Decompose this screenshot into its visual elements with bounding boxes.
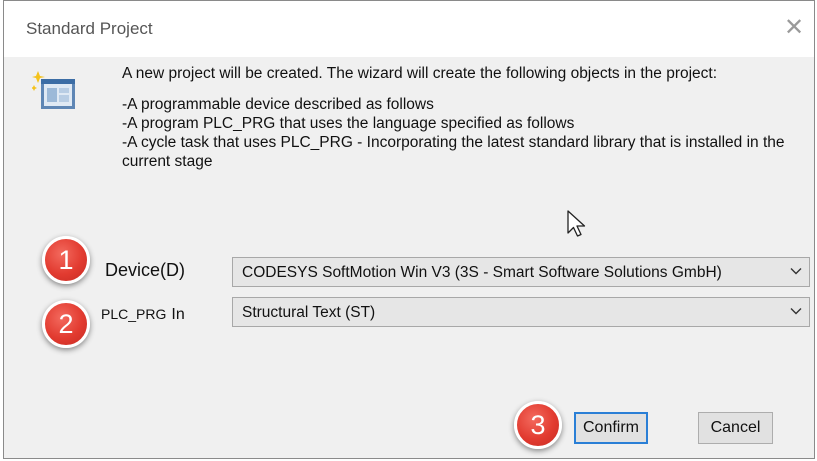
project-wizard-icon	[31, 71, 78, 118]
plc-prg-label-name: PLC_PRG	[101, 306, 167, 322]
close-button[interactable]: ✕	[780, 14, 808, 42]
confirm-button[interactable]: Confirm	[574, 412, 648, 444]
description-intro: A new project will be created. The wizar…	[122, 65, 718, 82]
annotation-badge-2: 2	[42, 300, 90, 348]
device-select[interactable]: CODESYS SoftMotion Win V3 (3S - Smart So…	[232, 257, 810, 287]
chevron-down-icon	[789, 304, 803, 323]
plc-prg-label: PLC_PRG In	[101, 303, 185, 324]
annotation-badge-1: 1	[42, 236, 90, 284]
wizard-description: A new project will be created. The wizar…	[122, 64, 796, 171]
plc-prg-label-in: In	[171, 306, 185, 323]
annotation-badge-3: 3	[514, 401, 562, 449]
description-line: -A program PLC_PRG that uses the languag…	[122, 115, 575, 132]
window-title: Standard Project	[26, 19, 153, 38]
language-select-value: Structural Text (ST)	[242, 304, 376, 321]
device-select-value: CODESYS SoftMotion Win V3 (3S - Smart So…	[242, 264, 722, 281]
cancel-button[interactable]: Cancel	[698, 412, 773, 444]
mouse-pointer-icon	[566, 209, 588, 244]
language-select[interactable]: Structural Text (ST)	[232, 297, 810, 327]
device-label: Device(D)	[105, 260, 186, 280]
description-line: -A cycle task that uses PLC_PRG - Incorp…	[122, 134, 785, 170]
title-bar: Standard Project ✕	[4, 1, 814, 57]
standard-project-dialog: Standard Project ✕ A new project will be…	[3, 0, 815, 459]
description-line: -A programmable device described as foll…	[122, 96, 434, 113]
chevron-down-icon	[789, 264, 803, 283]
